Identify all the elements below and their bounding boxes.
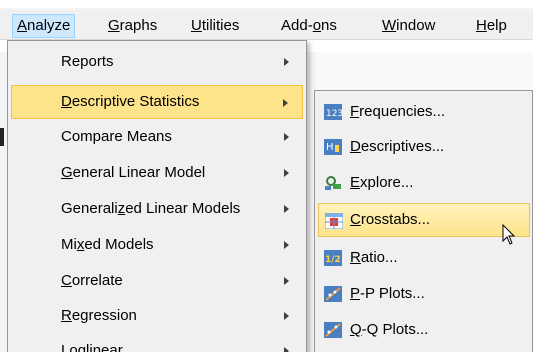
submenu-item-label: Crosstabs... (350, 211, 431, 228)
qq-plots-icon (324, 322, 342, 338)
submenu-item-label: Explore... (350, 174, 414, 191)
toolbar-strip (316, 52, 533, 131)
menu-item-label: Compare Means (61, 128, 172, 145)
submenu-item-qq-plots[interactable]: Q-Q Plots... (318, 313, 530, 347)
title-bar (0, 0, 533, 8)
svg-text:123: 123 (326, 109, 342, 119)
menu-item-label: Reports (61, 53, 114, 70)
submenu-item-ratio[interactable]: 1/2 Ratio... (318, 241, 530, 275)
menubar: Analyze Graphs Utilities Add-ons Window … (0, 10, 533, 40)
submenu-item-explore[interactable]: Explore... (318, 166, 530, 200)
submenu-item-descriptives[interactable]: H Descriptives... (318, 130, 530, 164)
menu-window[interactable]: Window (378, 14, 439, 38)
submenu-item-label: Frequencies... (350, 103, 446, 120)
svg-text:H: H (326, 142, 334, 153)
menu-item-descriptive-statistics[interactable]: Descriptive Statistics (11, 85, 303, 119)
menu-item-general-linear-model[interactable]: General Linear Model (11, 156, 303, 190)
explore-icon (325, 176, 341, 190)
submenu-item-pp-plots[interactable]: P-P Plots... (318, 277, 530, 311)
menu-item-label: Descriptive Statistics (61, 93, 200, 110)
menu-item-label: Correlate (61, 272, 123, 289)
background-edge (0, 128, 4, 146)
menu-item-generalized-linear-models[interactable]: Generalized Linear Models (11, 192, 303, 226)
menu-item-regression[interactable]: Regression (11, 299, 303, 333)
pp-plots-icon (324, 286, 342, 302)
frequencies-icon: 123 (324, 104, 342, 120)
submenu-item-frequencies[interactable]: 123 Frequencies... (318, 95, 530, 129)
menu-item-mixed-models[interactable]: Mixed Models (11, 228, 303, 262)
menu-item-compare-means[interactable]: Compare Means (11, 120, 303, 154)
menu-item-correlate[interactable]: Correlate (11, 264, 303, 298)
descriptive-statistics-submenu: 123 Frequencies... H Descriptives... Exp… (314, 90, 533, 352)
submenu-item-label: Ratio... (350, 249, 398, 266)
menu-item-label: Regression (61, 307, 137, 324)
descriptives-icon: H (324, 139, 342, 155)
menu-addons[interactable]: Add-ons (277, 14, 341, 38)
menu-item-label: Mixed Models (61, 236, 154, 253)
menu-utilities[interactable]: Utilities (187, 14, 243, 38)
menu-item-label: Loglinear (61, 342, 123, 352)
menu-item-loglinear[interactable]: Loglinear (11, 334, 303, 352)
submenu-item-crosstabs[interactable]: Crosstabs... (318, 203, 530, 237)
submenu-item-label: P-P Plots... (350, 285, 425, 302)
crosstabs-icon (325, 213, 343, 229)
svg-text:1/2: 1/2 (325, 255, 341, 265)
ratio-icon: 1/2 (324, 250, 342, 266)
menu-item-reports[interactable]: Reports (11, 45, 303, 79)
analyze-dropdown-menu: Reports Descriptive Statistics Compare M… (7, 40, 307, 352)
submenu-item-label: Descriptives... (350, 138, 445, 155)
menu-analyze[interactable]: Analyze (12, 14, 76, 38)
submenu-item-label: Q-Q Plots... (350, 321, 429, 338)
menu-help[interactable]: Help (472, 14, 511, 38)
mouse-cursor-icon (502, 224, 516, 245)
menu-graphs[interactable]: Graphs (104, 14, 161, 38)
menu-item-label: General Linear Model (61, 164, 206, 181)
menu-item-label: Generalized Linear Models (61, 200, 241, 217)
